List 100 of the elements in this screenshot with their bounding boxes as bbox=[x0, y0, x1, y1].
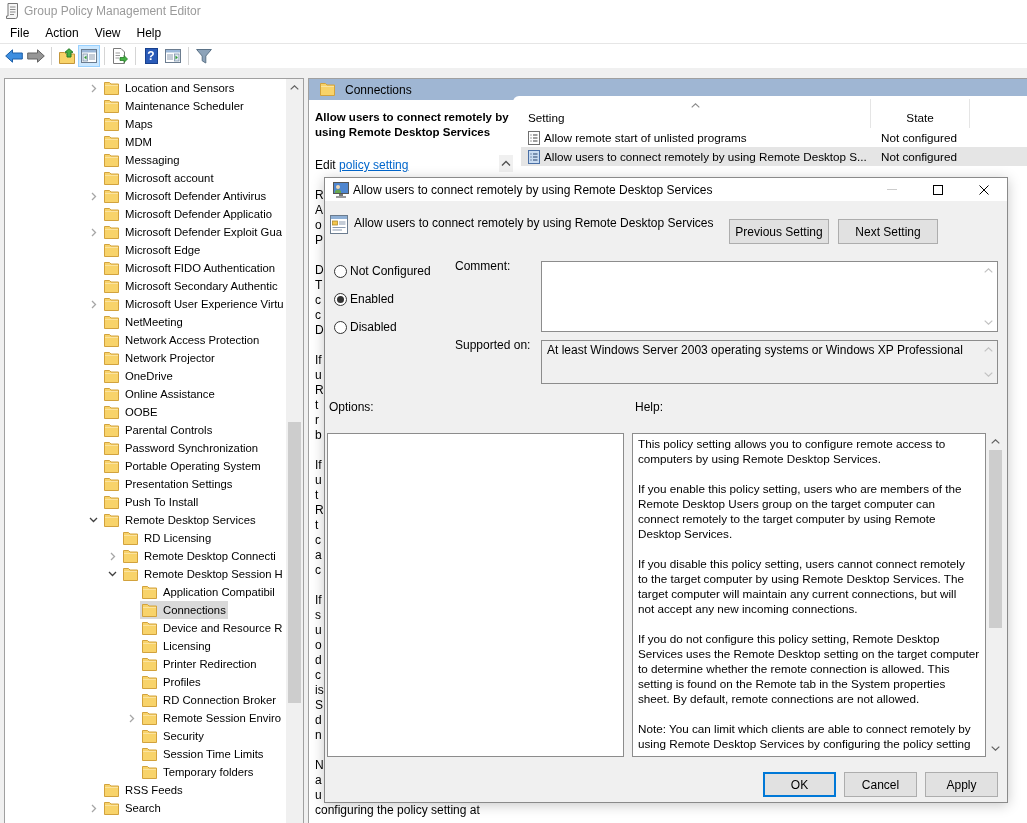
folder-icon bbox=[123, 549, 138, 563]
tree-item[interactable]: Portable Operating System bbox=[102, 457, 263, 475]
scroll-up-icon[interactable] bbox=[991, 439, 1000, 444]
tree-item[interactable]: Microsoft Edge bbox=[102, 241, 203, 259]
tree-item[interactable]: Network Access Protection bbox=[102, 331, 262, 349]
tree-item[interactable]: Profiles bbox=[140, 673, 203, 691]
document-lines-icon bbox=[528, 149, 540, 164]
tree-item[interactable]: Network Projector bbox=[102, 349, 217, 367]
folder-icon bbox=[104, 333, 119, 347]
tree-item[interactable]: MDM bbox=[102, 133, 154, 151]
folder-icon bbox=[142, 711, 157, 725]
setting-window-icon bbox=[330, 215, 348, 234]
tree-item[interactable]: Search bbox=[102, 799, 163, 817]
chevron-right-icon[interactable] bbox=[90, 83, 97, 93]
menu-item[interactable]: File bbox=[2, 23, 38, 42]
tree-item[interactable]: Remote Desktop Session H bbox=[121, 565, 285, 583]
table-cell: Allow remote start of unlisted programs bbox=[544, 129, 747, 146]
setting-title: Allow users to connect remotely by using Remote Desktop Services bbox=[315, 110, 510, 140]
description-text: d bbox=[315, 713, 322, 728]
description-text: c bbox=[315, 563, 321, 578]
ok-button[interactable]: OK bbox=[763, 772, 836, 797]
close-icon bbox=[979, 184, 989, 195]
console-tree-button[interactable] bbox=[78, 45, 100, 67]
folder-icon bbox=[104, 135, 119, 149]
radio-button[interactable]: Enabled bbox=[334, 289, 395, 309]
chevron-down-icon[interactable] bbox=[89, 517, 98, 523]
tree-item[interactable]: Messaging bbox=[102, 151, 182, 169]
help-button[interactable]: ? bbox=[140, 45, 162, 67]
tree-item[interactable]: Licensing bbox=[140, 637, 213, 655]
tree-item[interactable]: Printer Redirection bbox=[140, 655, 259, 673]
tree-item[interactable]: Maps bbox=[102, 115, 155, 133]
tree-item[interactable]: Security bbox=[140, 727, 206, 745]
chevron-right-icon[interactable] bbox=[128, 713, 135, 723]
chevron-down-icon[interactable] bbox=[108, 571, 117, 577]
tree-item[interactable]: Remote Session Enviro bbox=[140, 709, 284, 727]
description-text: c bbox=[315, 293, 321, 308]
chevron-right-icon[interactable] bbox=[90, 227, 97, 237]
description-text: configuring the policy setting at bbox=[315, 803, 480, 818]
chevron-right-icon[interactable] bbox=[109, 551, 116, 561]
tree-item[interactable]: Microsoft Defender Antivirus bbox=[102, 187, 269, 205]
previous-setting-button[interactable]: Previous Setting bbox=[729, 219, 829, 244]
tree-item[interactable]: Connections bbox=[140, 601, 228, 619]
chevron-right-icon[interactable] bbox=[90, 803, 97, 813]
tree-item[interactable]: Presentation Settings bbox=[102, 475, 235, 493]
folder-icon bbox=[104, 783, 119, 797]
table-cell-text: Not configured bbox=[880, 129, 958, 146]
column-header[interactable]: State bbox=[871, 99, 970, 128]
description-text: c bbox=[315, 308, 321, 323]
menu-item[interactable]: Help bbox=[128, 23, 170, 42]
tree-item[interactable]: NetMeeting bbox=[102, 313, 185, 331]
tree-item[interactable]: OneDrive bbox=[102, 367, 175, 385]
list-row[interactable]: Allow remote start of unlisted programs Not configured bbox=[521, 128, 1027, 147]
scroll-up-icon[interactable] bbox=[499, 155, 513, 172]
tree-item[interactable]: Application Compatibil bbox=[140, 583, 277, 601]
tree-item[interactable]: Password Synchronization bbox=[102, 439, 261, 457]
up-one-level-button[interactable] bbox=[56, 45, 78, 67]
tree-item[interactable]: Temporary folders bbox=[140, 763, 256, 781]
tree-item[interactable]: Microsoft FIDO Authentication bbox=[102, 259, 278, 277]
tree-item[interactable]: Maintenance Scheduler bbox=[102, 97, 246, 115]
description-text: t bbox=[315, 488, 319, 503]
tree-item[interactable]: Session Time Limits bbox=[140, 745, 266, 763]
tree-item[interactable]: Remote Desktop Connecti bbox=[121, 547, 278, 565]
tree-item[interactable]: OOBE bbox=[102, 403, 160, 421]
description-text: s bbox=[315, 608, 321, 623]
tree-item[interactable]: Device and Resource R bbox=[140, 619, 285, 637]
next-setting-button[interactable]: Next Setting bbox=[838, 219, 938, 244]
tree-item[interactable]: Microsoft Defender Applicatio bbox=[102, 205, 274, 223]
tree-item[interactable]: RSS Feeds bbox=[102, 781, 185, 799]
scrollbar-thumb[interactable] bbox=[288, 422, 301, 703]
window-title: Group Policy Management Editor bbox=[24, 3, 201, 19]
menu-item[interactable]: Action bbox=[37, 23, 87, 42]
scroll-down-icon[interactable] bbox=[991, 746, 1000, 751]
radio-button[interactable]: Disabled bbox=[334, 317, 397, 337]
apply-button[interactable]: Apply bbox=[925, 772, 998, 797]
tree-item[interactable]: RD Connection Broker bbox=[140, 691, 279, 709]
tree-item[interactable]: Push To Install bbox=[102, 493, 201, 511]
chevron-right-icon[interactable] bbox=[90, 191, 97, 201]
description-text: S bbox=[315, 698, 323, 713]
policy-setting-link[interactable]: policy setting bbox=[339, 158, 409, 172]
tree-item[interactable]: Parental Controls bbox=[102, 421, 215, 439]
tree-item[interactable]: Online Assistance bbox=[102, 385, 217, 403]
scrollbar-thumb[interactable] bbox=[989, 450, 1002, 628]
folder-icon bbox=[142, 639, 157, 653]
radio-button[interactable]: Not Configured bbox=[334, 261, 431, 281]
scroll-up-icon[interactable] bbox=[290, 85, 299, 90]
menu-item[interactable]: View bbox=[86, 23, 129, 42]
tree-item[interactable]: Location and Sensors bbox=[102, 79, 237, 97]
cancel-button[interactable]: Cancel bbox=[844, 772, 917, 797]
column-header[interactable]: Setting bbox=[521, 99, 871, 128]
filter-icon bbox=[196, 48, 212, 64]
tree-item[interactable]: Microsoft account bbox=[102, 169, 216, 187]
list-row[interactable]: Allow users to connect remotely by using Remote Desktop S... Not configured bbox=[521, 147, 1027, 166]
tree-item[interactable]: Microsoft Secondary Authentic bbox=[102, 277, 280, 295]
folder-icon bbox=[142, 675, 157, 689]
tree-item[interactable]: RD Licensing bbox=[121, 529, 214, 547]
tree-item[interactable]: Microsoft User Experience Virtu bbox=[102, 295, 286, 313]
chevron-right-icon[interactable] bbox=[90, 299, 97, 309]
folder-icon bbox=[104, 243, 119, 257]
tree-item[interactable]: Remote Desktop Services bbox=[102, 511, 258, 529]
tree-item[interactable]: Microsoft Defender Exploit Gua bbox=[102, 223, 284, 241]
